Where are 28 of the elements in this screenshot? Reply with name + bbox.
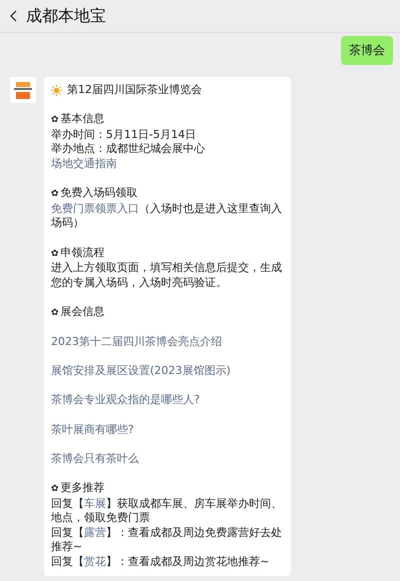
sun-icon bbox=[51, 84, 62, 96]
section-heading: ✿ 更多推荐 bbox=[51, 481, 106, 496]
link[interactable]: 茶叶展商有哪些? bbox=[51, 422, 134, 436]
chat-title: 成都本地宝 bbox=[26, 6, 106, 26]
link[interactable]: 免费门票领票入口 bbox=[51, 202, 139, 215]
paragraph: 进入上方领取页面，填写相关信息后提交，生成您的专属入场码，入场时亮码验证。 bbox=[51, 261, 283, 290]
paragraph: 举办地点：成都世纪城会展中心 bbox=[51, 142, 206, 157]
paragraph: 回复【车展】获取成都车展、房车展举办时间、地点，领取免费门票 bbox=[51, 496, 283, 526]
logo-icon bbox=[10, 77, 36, 103]
section-heading: ✿ 基本信息 bbox=[51, 112, 106, 128]
link[interactable]: 车展 bbox=[84, 496, 106, 510]
message-bubble: 茶博会 bbox=[341, 36, 393, 65]
back-icon[interactable] bbox=[10, 10, 18, 22]
link[interactable]: 赏花 bbox=[84, 555, 106, 568]
link[interactable]: 2023第十二届四川茶博会亮点介绍 bbox=[51, 335, 222, 348]
section-heading: ✿ 申领流程 bbox=[51, 246, 106, 261]
link[interactable]: 茶博会只有茶叶么 bbox=[51, 452, 139, 465]
link[interactable]: 露营 bbox=[84, 526, 106, 539]
paragraph: 免费门票领票入口（入场时也是进入这里查询入场码） bbox=[51, 202, 283, 231]
paragraph: 回复【露营】：查看成都及周边免费露营好去处推荐~ bbox=[51, 526, 283, 555]
section-heading: ✿ 展会信息 bbox=[51, 304, 106, 320]
paragraph: 举办时间：5月11日-5月14日 bbox=[51, 128, 197, 142]
link[interactable]: 展馆安排及展区设置(2023展馆图示) bbox=[51, 364, 231, 378]
paragraph: 回复【赏花】：查看成都及周边赏花地推荐~ bbox=[51, 555, 270, 570]
link[interactable]: 茶博会专业观众指的是哪些人? bbox=[51, 393, 200, 406]
link[interactable]: 场地交通指南 bbox=[51, 156, 117, 170]
section-heading: ✿ 免费入场码领取 bbox=[51, 186, 139, 202]
card-title: 第12届四川国际茶业博览会 bbox=[67, 83, 202, 98]
